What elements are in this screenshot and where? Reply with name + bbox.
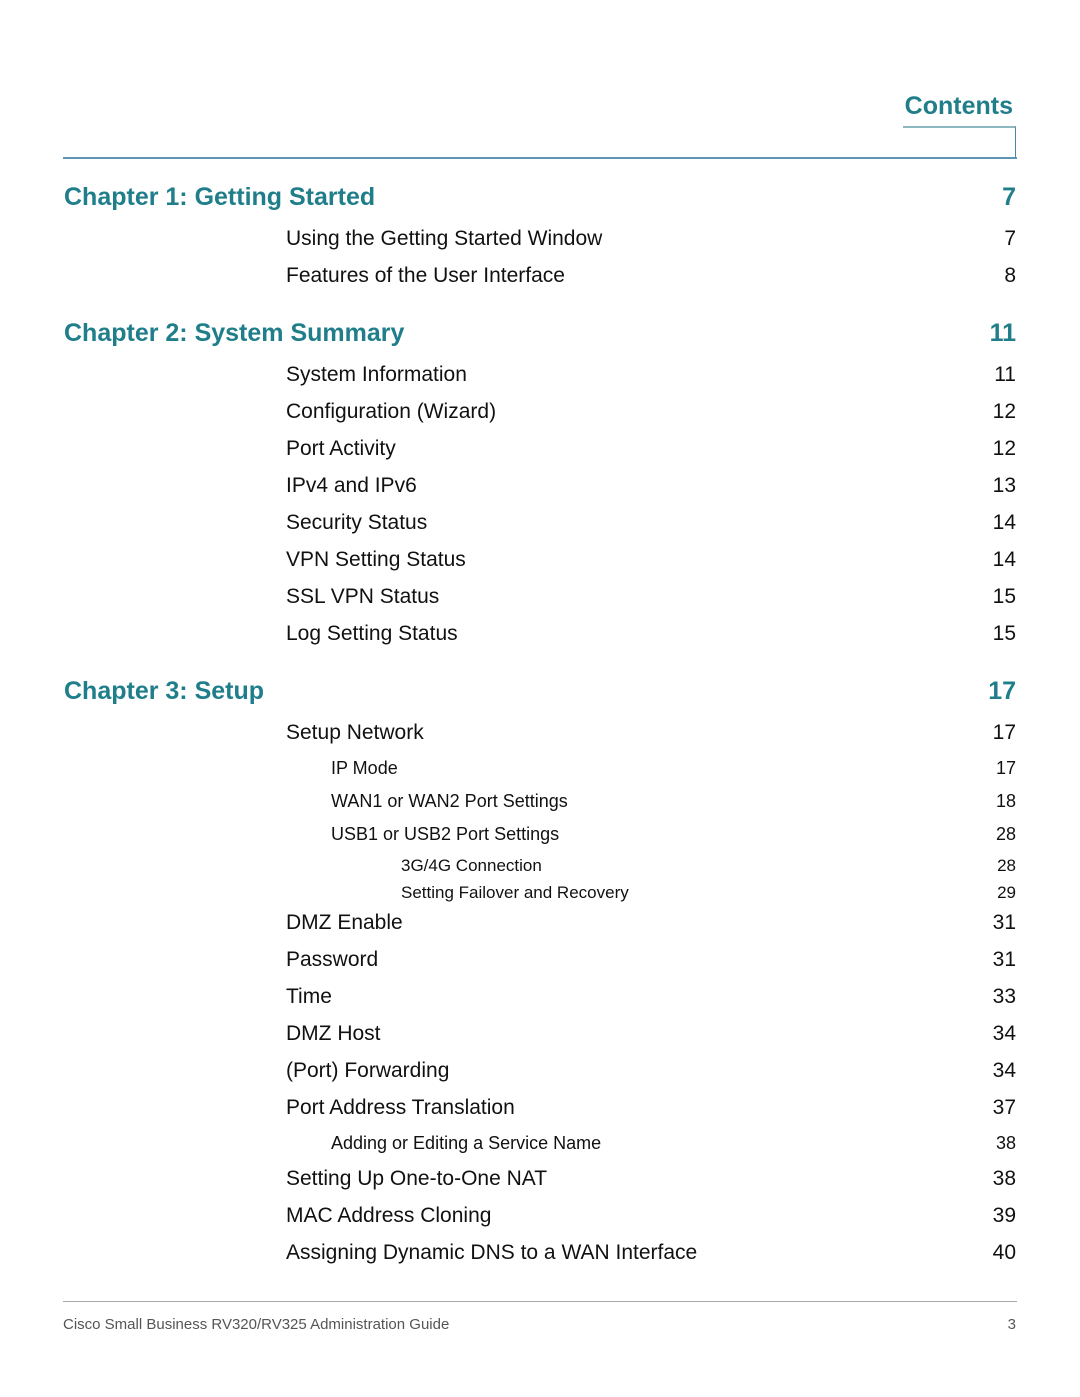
toc-page[interactable]: 34: [993, 1059, 1016, 1083]
toc-title[interactable]: Configuration (Wizard): [286, 400, 496, 424]
toc-page[interactable]: 31: [993, 911, 1016, 935]
toc-title[interactable]: Assigning Dynamic DNS to a WAN Interface: [286, 1241, 697, 1265]
toc-title[interactable]: Port Activity: [286, 437, 396, 461]
toc-page[interactable]: 7: [1002, 183, 1016, 212]
toc-page[interactable]: 39: [993, 1204, 1016, 1228]
toc-title[interactable]: DMZ Host: [286, 1022, 381, 1046]
toc-page[interactable]: 15: [993, 585, 1016, 609]
toc-page[interactable]: 37: [993, 1096, 1016, 1120]
toc-title[interactable]: Time: [286, 985, 332, 1009]
toc-title[interactable]: Password: [286, 948, 378, 972]
toc-page[interactable]: 17: [996, 758, 1016, 779]
toc-title[interactable]: Features of the User Interface: [286, 264, 565, 288]
toc-title[interactable]: SSL VPN Status: [286, 585, 439, 609]
toc-title[interactable]: WAN1 or WAN2 Port Settings: [331, 791, 568, 812]
toc-page[interactable]: 31: [993, 948, 1016, 972]
toc-page[interactable]: 12: [993, 437, 1016, 461]
toc-title[interactable]: Using the Getting Started Window: [286, 227, 602, 251]
toc-page[interactable]: 28: [996, 824, 1016, 845]
toc-title[interactable]: USB1 or USB2 Port Settings: [331, 824, 559, 845]
toc-title[interactable]: Chapter 2: System Summary: [64, 319, 404, 348]
footer-document-title: Cisco Small Business RV320/RV325 Adminis…: [63, 1316, 450, 1333]
toc-title[interactable]: Chapter 1: Getting Started: [64, 183, 375, 212]
footer-divider: [63, 1301, 1017, 1302]
toc-title[interactable]: MAC Address Cloning: [286, 1204, 491, 1228]
toc-title[interactable]: 3G/4G Connection: [401, 856, 542, 876]
toc-title[interactable]: Setting Failover and Recovery: [401, 883, 629, 903]
header-divider: [63, 157, 1017, 159]
toc-page[interactable]: 29: [997, 883, 1016, 903]
toc-page[interactable]: 8: [1004, 264, 1016, 288]
toc-page[interactable]: 11: [990, 319, 1016, 348]
toc-title[interactable]: Security Status: [286, 511, 427, 535]
toc-page[interactable]: 18: [996, 791, 1016, 812]
toc-page[interactable]: 28: [997, 856, 1016, 876]
toc-title[interactable]: IPv4 and IPv6: [286, 474, 417, 498]
toc-page[interactable]: 14: [993, 511, 1016, 535]
footer-page-number: 3: [1007, 1316, 1016, 1333]
toc-title[interactable]: Setup Network: [286, 721, 424, 745]
toc-page[interactable]: 13: [993, 474, 1016, 498]
toc-title[interactable]: Adding or Editing a Service Name: [331, 1133, 601, 1154]
toc-page[interactable]: 38: [996, 1133, 1016, 1154]
toc-page[interactable]: 7: [1004, 227, 1016, 251]
page-title: Contents: [904, 92, 1013, 120]
toc-page[interactable]: 11: [994, 363, 1016, 387]
toc-title[interactable]: VPN Setting Status: [286, 548, 466, 572]
toc-title[interactable]: (Port) Forwarding: [286, 1059, 449, 1083]
toc-page[interactable]: 17: [988, 677, 1016, 706]
toc-page[interactable]: 33: [993, 985, 1016, 1009]
toc-title[interactable]: Chapter 3: Setup: [64, 677, 264, 706]
toc-page[interactable]: 15: [993, 622, 1016, 646]
toc-page[interactable]: 40: [993, 1241, 1016, 1265]
toc-title[interactable]: DMZ Enable: [286, 911, 403, 935]
toc-page[interactable]: 12: [993, 400, 1016, 424]
toc-title[interactable]: Port Address Translation: [286, 1096, 515, 1120]
toc-title[interactable]: Setting Up One-to-One NAT: [286, 1167, 547, 1191]
toc-page[interactable]: 14: [993, 548, 1016, 572]
toc-page[interactable]: 17: [993, 721, 1016, 745]
title-box-decoration: [903, 126, 1016, 158]
toc-title[interactable]: System Information: [286, 363, 467, 387]
toc-title[interactable]: IP Mode: [331, 758, 398, 779]
toc-page[interactable]: 38: [993, 1167, 1016, 1191]
toc-title[interactable]: Log Setting Status: [286, 622, 458, 646]
toc-page[interactable]: 34: [993, 1022, 1016, 1046]
